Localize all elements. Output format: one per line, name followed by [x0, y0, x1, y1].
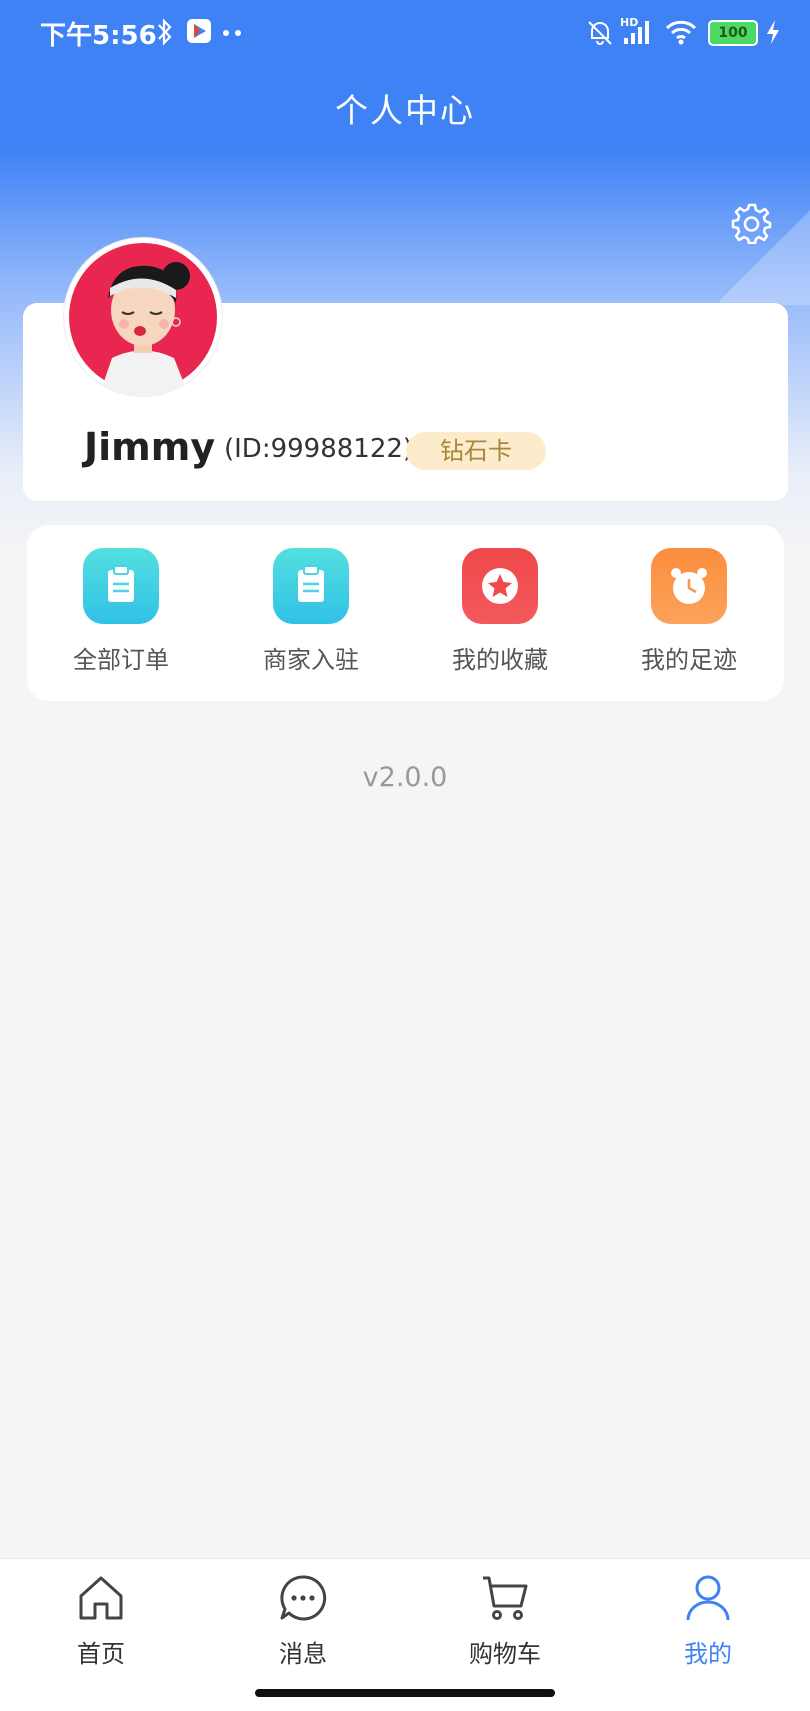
tab-cart[interactable]: 购物车: [445, 1572, 565, 1669]
more-dots-icon: [223, 30, 241, 36]
bluetooth-icon: [158, 18, 172, 46]
play-store-icon: [187, 19, 211, 43]
avatar[interactable]: [64, 238, 222, 396]
user-id: (ID:99988122): [224, 434, 414, 464]
menu-label: 我的足迹: [641, 646, 737, 674]
username: Jimmy: [84, 425, 216, 469]
tab-label: 首页: [77, 1640, 125, 1668]
mute-bell-icon: [588, 21, 612, 45]
vip-badge[interactable]: 钻石卡: [406, 432, 546, 470]
clipboard-icon: [273, 548, 349, 624]
menu-label: 商家入驻: [263, 646, 359, 674]
menu-item-footprints[interactable]: 我的足迹: [609, 548, 769, 675]
menu-item-merchant-join[interactable]: 商家入驻: [231, 548, 391, 675]
status-time: 下午5:56: [40, 21, 157, 51]
status-bar: 下午5:56 HD 100: [0, 0, 810, 70]
tab-mine[interactable]: 我的: [648, 1572, 768, 1669]
tab-home[interactable]: 首页: [41, 1572, 161, 1669]
home-icon: [79, 1576, 123, 1620]
charging-icon: [767, 20, 779, 44]
home-indicator[interactable]: [255, 1689, 555, 1697]
tab-label: 购物车: [469, 1640, 541, 1668]
settings-gear-icon[interactable]: [730, 202, 772, 244]
star-icon: [462, 548, 538, 624]
wifi-icon: [665, 20, 697, 45]
version-label: v2.0.0: [362, 762, 448, 793]
battery-icon: 100: [708, 20, 758, 46]
tab-messages[interactable]: 消息: [243, 1572, 363, 1669]
tab-label: 我的: [684, 1640, 732, 1668]
page-title: 个人中心: [335, 91, 475, 130]
cart-icon: [483, 1576, 528, 1620]
tab-label: 消息: [279, 1640, 327, 1668]
clipboard-icon: [83, 548, 159, 624]
menu-label: 全部订单: [73, 646, 169, 674]
signal-icon: [624, 21, 649, 44]
user-icon: [686, 1575, 730, 1621]
clock-icon: [651, 548, 727, 624]
menu-item-favorites[interactable]: 我的收藏: [420, 548, 580, 675]
chat-icon: [280, 1575, 327, 1621]
menu-label: 我的收藏: [452, 646, 548, 674]
menu-item-all-orders[interactable]: 全部订单: [41, 548, 201, 675]
